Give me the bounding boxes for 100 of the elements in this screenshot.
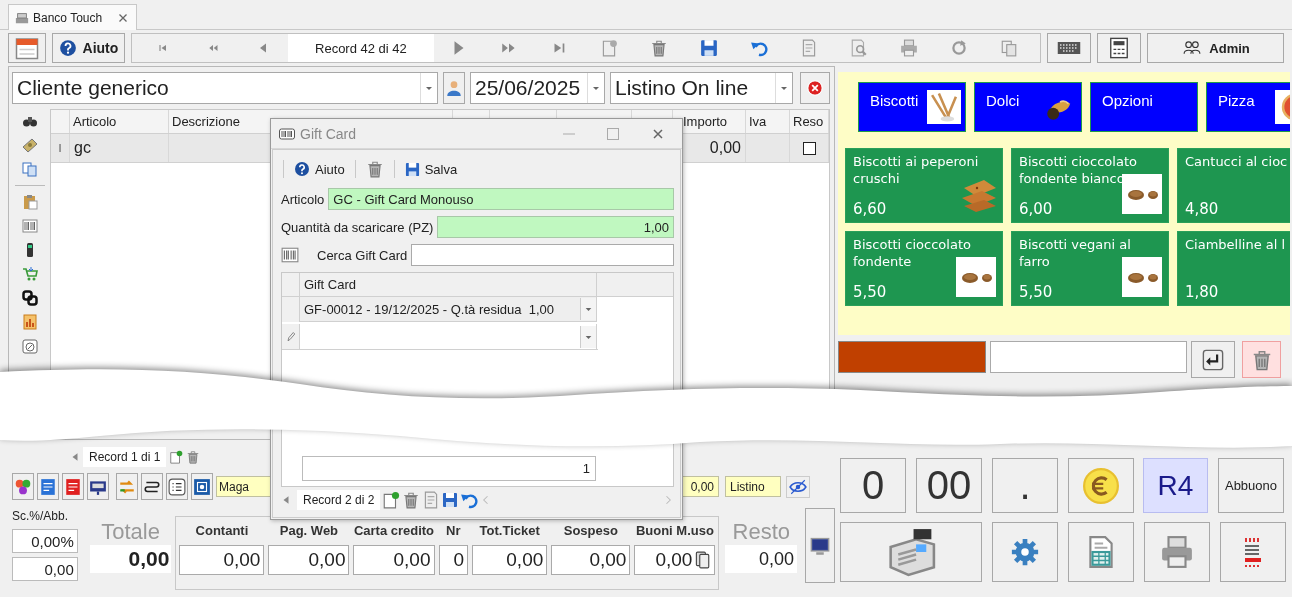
previous-record-icon[interactable] bbox=[281, 495, 291, 505]
payment-field[interactable]: 0,00 bbox=[179, 545, 265, 575]
payment-field[interactable]: 0,00 bbox=[353, 545, 435, 575]
keypad-key[interactable] bbox=[1068, 458, 1134, 513]
change-value: 0,00 bbox=[725, 545, 798, 573]
maximize-icon[interactable] bbox=[606, 126, 620, 141]
keyboard-button[interactable] bbox=[1047, 33, 1092, 63]
checkbox[interactable] bbox=[802, 141, 816, 155]
keypad-key[interactable]: R4 bbox=[1143, 458, 1208, 513]
date-field[interactable]: 25/06/2025 bbox=[470, 72, 605, 104]
cards-icon[interactable] bbox=[693, 549, 712, 571]
input-field[interactable] bbox=[990, 341, 1187, 373]
delete-button[interactable] bbox=[365, 160, 384, 178]
settings-icon bbox=[1010, 537, 1040, 567]
enter-button[interactable] bbox=[1191, 341, 1235, 378]
new-document-icon[interactable] bbox=[382, 491, 401, 509]
help-icon bbox=[58, 39, 77, 57]
article-field[interactable]: GC - Gift Card Monouso bbox=[328, 188, 674, 210]
bar-chart-icon[interactable] bbox=[22, 314, 38, 330]
toolbar-button[interactable] bbox=[141, 473, 163, 500]
delete-button[interactable] bbox=[1242, 341, 1281, 378]
table-cell: gc bbox=[70, 134, 169, 162]
print-icon bbox=[899, 39, 918, 57]
payment-field[interactable]: 0,00 bbox=[268, 545, 350, 575]
category-button[interactable]: Dolci bbox=[974, 82, 1082, 132]
calendar-button[interactable] bbox=[8, 33, 46, 63]
toolbar-button[interactable] bbox=[87, 473, 109, 500]
search-field[interactable] bbox=[411, 244, 674, 266]
product-button[interactable]: Cantucci al cioc 4,80 bbox=[1177, 148, 1290, 223]
product-button[interactable]: Biscotti cioccolato fondente bianco 6,00 bbox=[1011, 148, 1169, 223]
percent-icon[interactable] bbox=[22, 338, 38, 354]
product-button[interactable]: Biscotti cioccolato fondente 5,50 bbox=[845, 231, 1003, 306]
category-button[interactable]: Pizza bbox=[1206, 82, 1290, 132]
category-button[interactable]: Opzioni bbox=[1090, 82, 1198, 132]
keypad-key[interactable] bbox=[1144, 522, 1210, 582]
customer-field[interactable]: Cliente generico bbox=[12, 72, 438, 104]
checklist-icon bbox=[168, 477, 186, 496]
column-header[interactable]: Articolo bbox=[70, 110, 169, 133]
payment-label: Carta credito bbox=[353, 523, 435, 539]
payment-field[interactable]: 0,00 bbox=[634, 545, 716, 575]
product-button[interactable]: Biscotti ai peperoni cruschi 6,60 bbox=[845, 148, 1003, 223]
row-indicator: I bbox=[51, 134, 70, 162]
help-button[interactable]: Aiuto bbox=[51, 33, 125, 63]
price-list-field[interactable]: Listino On line bbox=[610, 72, 793, 104]
circles-icon bbox=[14, 477, 32, 496]
column-header[interactable]: Iva bbox=[746, 110, 790, 133]
save-icon[interactable] bbox=[442, 492, 459, 508]
trash-icon[interactable] bbox=[186, 449, 201, 464]
product-button[interactable]: Ciambelline al l 1,80 bbox=[1177, 231, 1290, 306]
payment-field[interactable]: 0,00 bbox=[551, 545, 631, 575]
discount-percent-field[interactable]: 0,00% bbox=[12, 529, 78, 553]
banknote-icon[interactable] bbox=[22, 137, 38, 153]
copy-icon[interactable] bbox=[22, 161, 38, 177]
dropdown-cell[interactable]: GF-00012 - 19/12/2025 - Q.tà residua 1,00 bbox=[300, 297, 597, 322]
pencil-icon bbox=[284, 330, 297, 343]
keypad-key[interactable]: 0 bbox=[840, 458, 906, 513]
enter-key-icon bbox=[1202, 348, 1224, 371]
toolbar-button[interactable] bbox=[166, 473, 188, 500]
cart-icon[interactable] bbox=[22, 266, 38, 282]
save-icon bbox=[404, 161, 420, 177]
payment-label: Sospeso bbox=[563, 523, 618, 539]
payment-label: Nr bbox=[446, 523, 461, 539]
help-icon bbox=[294, 161, 310, 177]
user-button[interactable]: Admin bbox=[1147, 33, 1284, 63]
rings-icon[interactable] bbox=[22, 290, 38, 306]
keypad-key[interactable]: . bbox=[992, 458, 1058, 513]
keypad-key[interactable] bbox=[840, 522, 982, 582]
payment-label: Tot.Ticket bbox=[479, 523, 540, 539]
barcode-icon[interactable] bbox=[22, 218, 38, 234]
column-header[interactable]: Reso bbox=[790, 110, 829, 133]
customer-button[interactable] bbox=[443, 72, 465, 104]
clipboard-icon[interactable] bbox=[22, 194, 38, 210]
cancel-button[interactable] bbox=[800, 72, 830, 104]
tab[interactable]: Banco Touch bbox=[8, 4, 137, 30]
record-counter: Record 42 di 42 bbox=[287, 34, 434, 62]
help-button[interactable]: Aiuto bbox=[294, 161, 345, 177]
keypad-key[interactable] bbox=[1068, 522, 1134, 582]
save-button[interactable]: Salva bbox=[404, 161, 458, 177]
trash-icon[interactable] bbox=[402, 491, 421, 509]
previous-record-icon[interactable] bbox=[70, 451, 80, 462]
keypad-key[interactable] bbox=[992, 522, 1058, 582]
display-button[interactable] bbox=[805, 508, 835, 583]
category-button[interactable]: Biscotti bbox=[858, 82, 966, 132]
keypad-key[interactable]: 00 bbox=[916, 458, 982, 513]
barcode-icon[interactable] bbox=[281, 246, 299, 264]
keypad-key[interactable] bbox=[1220, 522, 1286, 582]
quantity-field[interactable]: 1,00 bbox=[437, 216, 674, 238]
payment-field[interactable]: 0 bbox=[438, 545, 469, 575]
discount-amount-field[interactable]: 0,00 bbox=[12, 557, 78, 581]
toolbar-button[interactable] bbox=[191, 473, 213, 500]
undo-icon[interactable] bbox=[460, 491, 479, 509]
payment-field[interactable]: 0,00 bbox=[472, 545, 548, 575]
calculator-button[interactable] bbox=[1097, 33, 1142, 63]
print-preview-icon bbox=[849, 39, 868, 57]
new-document-icon[interactable] bbox=[169, 449, 184, 464]
save-icon bbox=[699, 39, 718, 57]
product-button[interactable]: Biscotti vegani al farro 5,50 bbox=[1011, 231, 1169, 306]
visibility-button[interactable] bbox=[786, 475, 810, 498]
keypad-key[interactable]: Abbuono bbox=[1218, 458, 1284, 513]
record-counter: Record 2 di 2 bbox=[297, 490, 381, 510]
